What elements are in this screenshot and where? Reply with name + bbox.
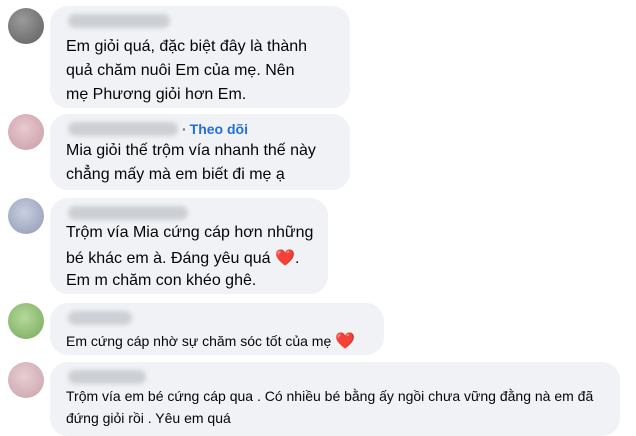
avatar[interactable]: [8, 303, 44, 339]
comment-text-line: chẳng mấy mà em biết đi mẹ ạ: [66, 166, 285, 183]
comment-bubble: · Theo dõi Mia giỏi thế trộm vía nhanh th…: [50, 114, 350, 190]
comment-text: Em cứng cáp nhờ sự chăm sóc tốt của mẹ: [66, 333, 332, 349]
comment-text-line: Trộm vía em bé cứng cáp qua . Có nhiều b…: [66, 388, 594, 404]
comment-bubble: Em giỏi quá, đặc biệt đây là thành quả c…: [50, 6, 350, 108]
comment-bubble: Em cứng cáp nhờ sự chăm sóc tốt của mẹ ❤…: [50, 303, 384, 355]
comment-text: .: [294, 250, 300, 267]
avatar[interactable]: [8, 114, 44, 150]
avatar[interactable]: [8, 8, 44, 44]
separator-dot: ·: [182, 121, 187, 137]
commenter-name-blurred[interactable]: [68, 14, 170, 28]
comment-text-line: đứng giỏi rồi . Yêu em quá: [66, 410, 231, 426]
heart-emoji-icon: ❤️: [275, 250, 295, 267]
comment-text-line: Mia giỏi thế trộm vía nhanh thế này: [66, 142, 316, 159]
comment-bubble: Trộm vía Mia cứng cáp hơn những bé khác …: [50, 198, 328, 294]
comment-text-line: bé khác em à. Đáng yêu quá ❤️.: [66, 248, 299, 268]
comment-text: bé khác em à. Đáng yêu quá: [66, 250, 271, 267]
comment-text-line: mẹ Phương giỏi hơn Em.: [66, 86, 247, 103]
commenter-name-blurred[interactable]: [68, 370, 146, 384]
comment-text-line: Trộm vía Mia cứng cáp hơn những: [66, 224, 314, 241]
avatar[interactable]: [8, 198, 44, 234]
comment-bubble: Trộm vía em bé cứng cáp qua . Có nhiều b…: [50, 362, 620, 436]
avatar[interactable]: [8, 362, 44, 398]
commenter-name-blurred[interactable]: [68, 311, 132, 325]
commenter-name-blurred[interactable]: [68, 206, 188, 220]
comment-text-line: Em m chăm con khéo ghê.: [66, 272, 257, 289]
follow-label[interactable]: Theo dõi: [190, 121, 248, 137]
commenter-name-blurred[interactable]: [68, 122, 178, 136]
comment-text-line: Em cứng cáp nhờ sự chăm sóc tốt của mẹ ❤…: [66, 331, 355, 351]
follow-link[interactable]: · Theo dõi: [182, 121, 248, 137]
heart-emoji-icon: ❤️: [335, 333, 356, 350]
comment-text-line: Em giỏi quá, đặc biệt đây là thành: [66, 38, 308, 55]
comment-text-line: quả chăm nuôi Em của mẹ. Nên: [66, 62, 295, 79]
